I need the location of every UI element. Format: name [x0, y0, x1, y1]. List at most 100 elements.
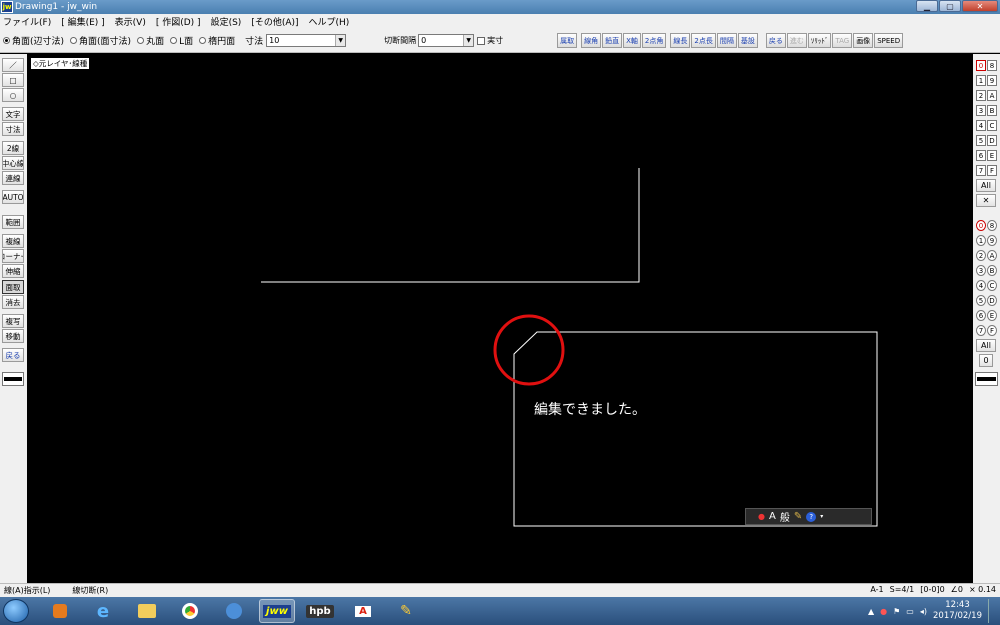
- tool-move[interactable]: 移動: [2, 329, 24, 343]
- layer-9[interactable]: 9: [987, 235, 997, 246]
- tool-center-line[interactable]: 中心線: [2, 156, 24, 170]
- redo-button[interactable]: 進む: [786, 33, 807, 48]
- vertical-button[interactable]: 鉛直: [602, 33, 623, 48]
- tray-app-icon[interactable]: ●: [880, 607, 887, 616]
- attr-pick-button[interactable]: 属取: [557, 33, 578, 48]
- menu-draw[interactable]: [ 作図(D) ]: [156, 15, 201, 28]
- zoom-factor[interactable]: × 0.14: [969, 585, 996, 594]
- all-layer-groups-button[interactable]: All: [976, 179, 996, 192]
- chrome-icon[interactable]: [172, 599, 208, 623]
- tool-corner[interactable]: コーナー: [2, 249, 24, 263]
- ime-toolbar[interactable]: ● A 般 ✎ ? ▾: [745, 508, 872, 525]
- close-button[interactable]: ✕: [962, 0, 998, 12]
- layer-6[interactable]: 6: [976, 310, 986, 321]
- layer-d[interactable]: D: [987, 295, 997, 306]
- two-point-angle-button[interactable]: 2点角: [641, 33, 667, 48]
- layer-1[interactable]: 1: [976, 235, 986, 246]
- flag-icon[interactable]: ⚑: [893, 607, 900, 616]
- layer-group-d[interactable]: D: [987, 135, 997, 146]
- minimize-button[interactable]: ▁: [916, 0, 938, 12]
- tool-erase[interactable]: 消去: [2, 295, 24, 309]
- tool-copy[interactable]: 複写: [2, 314, 24, 328]
- dimension-select[interactable]: 10 ▼: [266, 34, 347, 47]
- thunderbird-icon[interactable]: [216, 599, 252, 623]
- jww-icon[interactable]: jww: [259, 599, 295, 623]
- radio-round[interactable]: 丸面: [137, 34, 164, 47]
- clock[interactable]: 12:43 2017/02/19: [933, 600, 982, 622]
- layer-group-4[interactable]: 4: [976, 120, 986, 131]
- line-angle-button[interactable]: 線角: [581, 33, 602, 48]
- undo-button[interactable]: 戻る: [765, 33, 786, 48]
- paint-icon[interactable]: ✎: [388, 599, 424, 623]
- layer-group-8[interactable]: 8: [987, 60, 997, 71]
- tool-dimension[interactable]: 寸法: [2, 122, 24, 136]
- acrobat-icon[interactable]: A: [345, 599, 381, 623]
- menu-file[interactable]: ファイル(F): [3, 15, 51, 28]
- layer-group-6[interactable]: 6: [976, 150, 986, 161]
- menu-other[interactable]: [その他(A)]: [251, 15, 298, 28]
- cut-interval-select[interactable]: 0 ▼: [418, 34, 475, 47]
- layer-group-7[interactable]: 7: [976, 165, 986, 176]
- radio-ellipse[interactable]: 楕円面: [199, 34, 235, 47]
- tool-line[interactable]: ／: [2, 58, 24, 72]
- solid-button[interactable]: ｿﾘｯﾄﾞ: [807, 33, 832, 48]
- layer-group-2[interactable]: 2: [976, 90, 986, 101]
- x-axis-button[interactable]: X軸: [623, 33, 641, 48]
- tool-range[interactable]: 範囲: [2, 215, 24, 229]
- tool-text[interactable]: 文字: [2, 107, 24, 121]
- tool-offset[interactable]: 複線: [2, 234, 24, 248]
- actual-size-checkbox[interactable]: [477, 36, 486, 45]
- layer-b[interactable]: B: [987, 265, 997, 276]
- tool-continuous-line[interactable]: 連線: [2, 171, 24, 185]
- current-layer[interactable]: [0-0]0: [920, 585, 944, 594]
- layer-0[interactable]: 0: [976, 220, 986, 231]
- network-icon[interactable]: ▭: [906, 607, 914, 616]
- speed-button[interactable]: SPEED: [874, 33, 904, 48]
- image-button[interactable]: 画像: [853, 33, 874, 48]
- scale[interactable]: S=4/1: [890, 585, 915, 594]
- tray-expand-icon[interactable]: ▲: [868, 607, 874, 616]
- layer-8[interactable]: 8: [987, 220, 997, 231]
- menu-settings[interactable]: 設定(S): [211, 15, 242, 28]
- maximize-button[interactable]: ▢: [939, 0, 961, 12]
- tool-circle[interactable]: ○: [2, 88, 24, 102]
- layer-group-3[interactable]: 3: [976, 105, 986, 116]
- layer-group-c[interactable]: C: [987, 120, 997, 131]
- layer-5[interactable]: 5: [976, 295, 986, 306]
- layer-4[interactable]: 4: [976, 280, 986, 291]
- layer-group-1[interactable]: 1: [976, 75, 986, 86]
- explorer-icon[interactable]: [129, 599, 165, 623]
- line-type-swatch[interactable]: [2, 372, 24, 386]
- menu-edit[interactable]: [ 編集(E) ]: [61, 15, 104, 28]
- paper-size[interactable]: A-1: [870, 585, 883, 594]
- layer-group-9[interactable]: 9: [987, 75, 997, 86]
- tool-stretch[interactable]: 伸縮: [2, 264, 24, 278]
- layer-group-5[interactable]: 5: [976, 135, 986, 146]
- tag-button[interactable]: TAG: [832, 33, 853, 48]
- menu-view[interactable]: 表示(V): [115, 15, 146, 28]
- layer-f[interactable]: F: [987, 325, 997, 336]
- layer-group-0[interactable]: 0: [976, 60, 986, 71]
- tool-chamfer[interactable]: 面取: [2, 280, 24, 294]
- volume-icon[interactable]: ◂): [920, 607, 927, 616]
- layer-2[interactable]: 2: [976, 250, 986, 261]
- windows-start-button[interactable]: [3, 599, 29, 623]
- layer-zero-button[interactable]: 0: [979, 354, 993, 367]
- cross-layer-button[interactable]: ✕: [976, 194, 996, 207]
- all-layers-button[interactable]: All: [976, 339, 996, 352]
- radio-chamfer-side[interactable]: 角面(辺寸法): [3, 34, 64, 47]
- line-length-button[interactable]: 線長: [670, 33, 691, 48]
- radio-chamfer-face[interactable]: 角面(面寸法): [70, 34, 131, 47]
- two-point-length-button[interactable]: 2点長: [691, 33, 716, 48]
- hpb-icon[interactable]: hpb: [302, 599, 338, 623]
- radio-l-shape[interactable]: L面: [170, 34, 193, 47]
- line-type-swatch-right[interactable]: [975, 372, 998, 386]
- layer-7[interactable]: 7: [976, 325, 986, 336]
- tool-undo[interactable]: 戻る: [2, 348, 24, 362]
- base-set-button[interactable]: 基設: [737, 33, 758, 48]
- drawing-canvas[interactable]: [27, 54, 973, 583]
- tool-double-line[interactable]: 2線: [2, 141, 24, 155]
- menu-help[interactable]: ヘルプ(H): [309, 15, 350, 28]
- layer-e[interactable]: E: [987, 310, 997, 321]
- layer-group-f[interactable]: F: [987, 165, 997, 176]
